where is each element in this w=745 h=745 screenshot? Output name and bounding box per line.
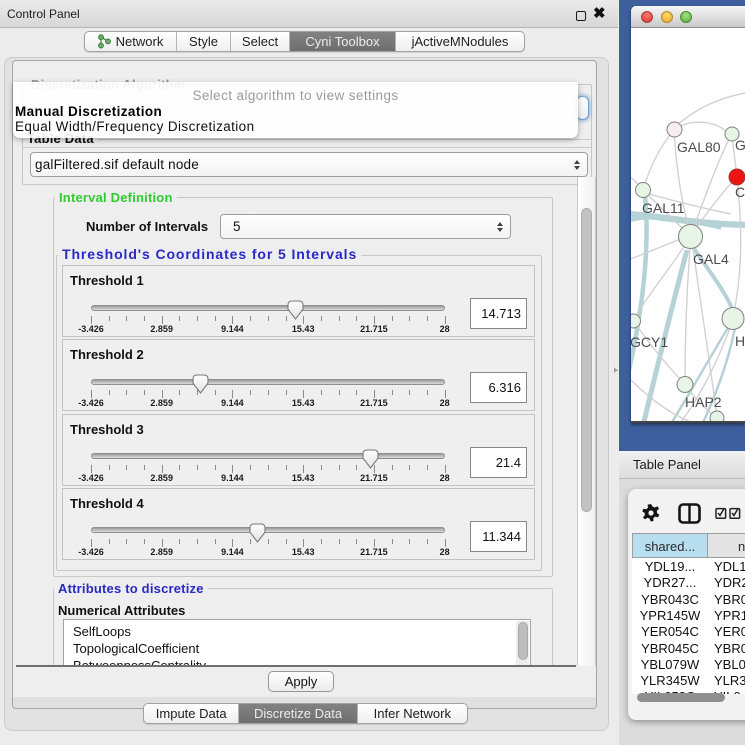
- svg-text:C: C: [735, 184, 745, 200]
- svg-text:H: H: [735, 333, 745, 349]
- svg-text:HAP2: HAP2: [685, 394, 722, 410]
- svg-text:GAL11: GAL11: [642, 200, 685, 216]
- svg-text:GAL80: GAL80: [677, 139, 721, 155]
- svg-text:GAL4: GAL4: [693, 251, 729, 267]
- svg-text:GCY1: GCY1: [631, 334, 668, 350]
- svg-text:G: G: [735, 137, 745, 153]
